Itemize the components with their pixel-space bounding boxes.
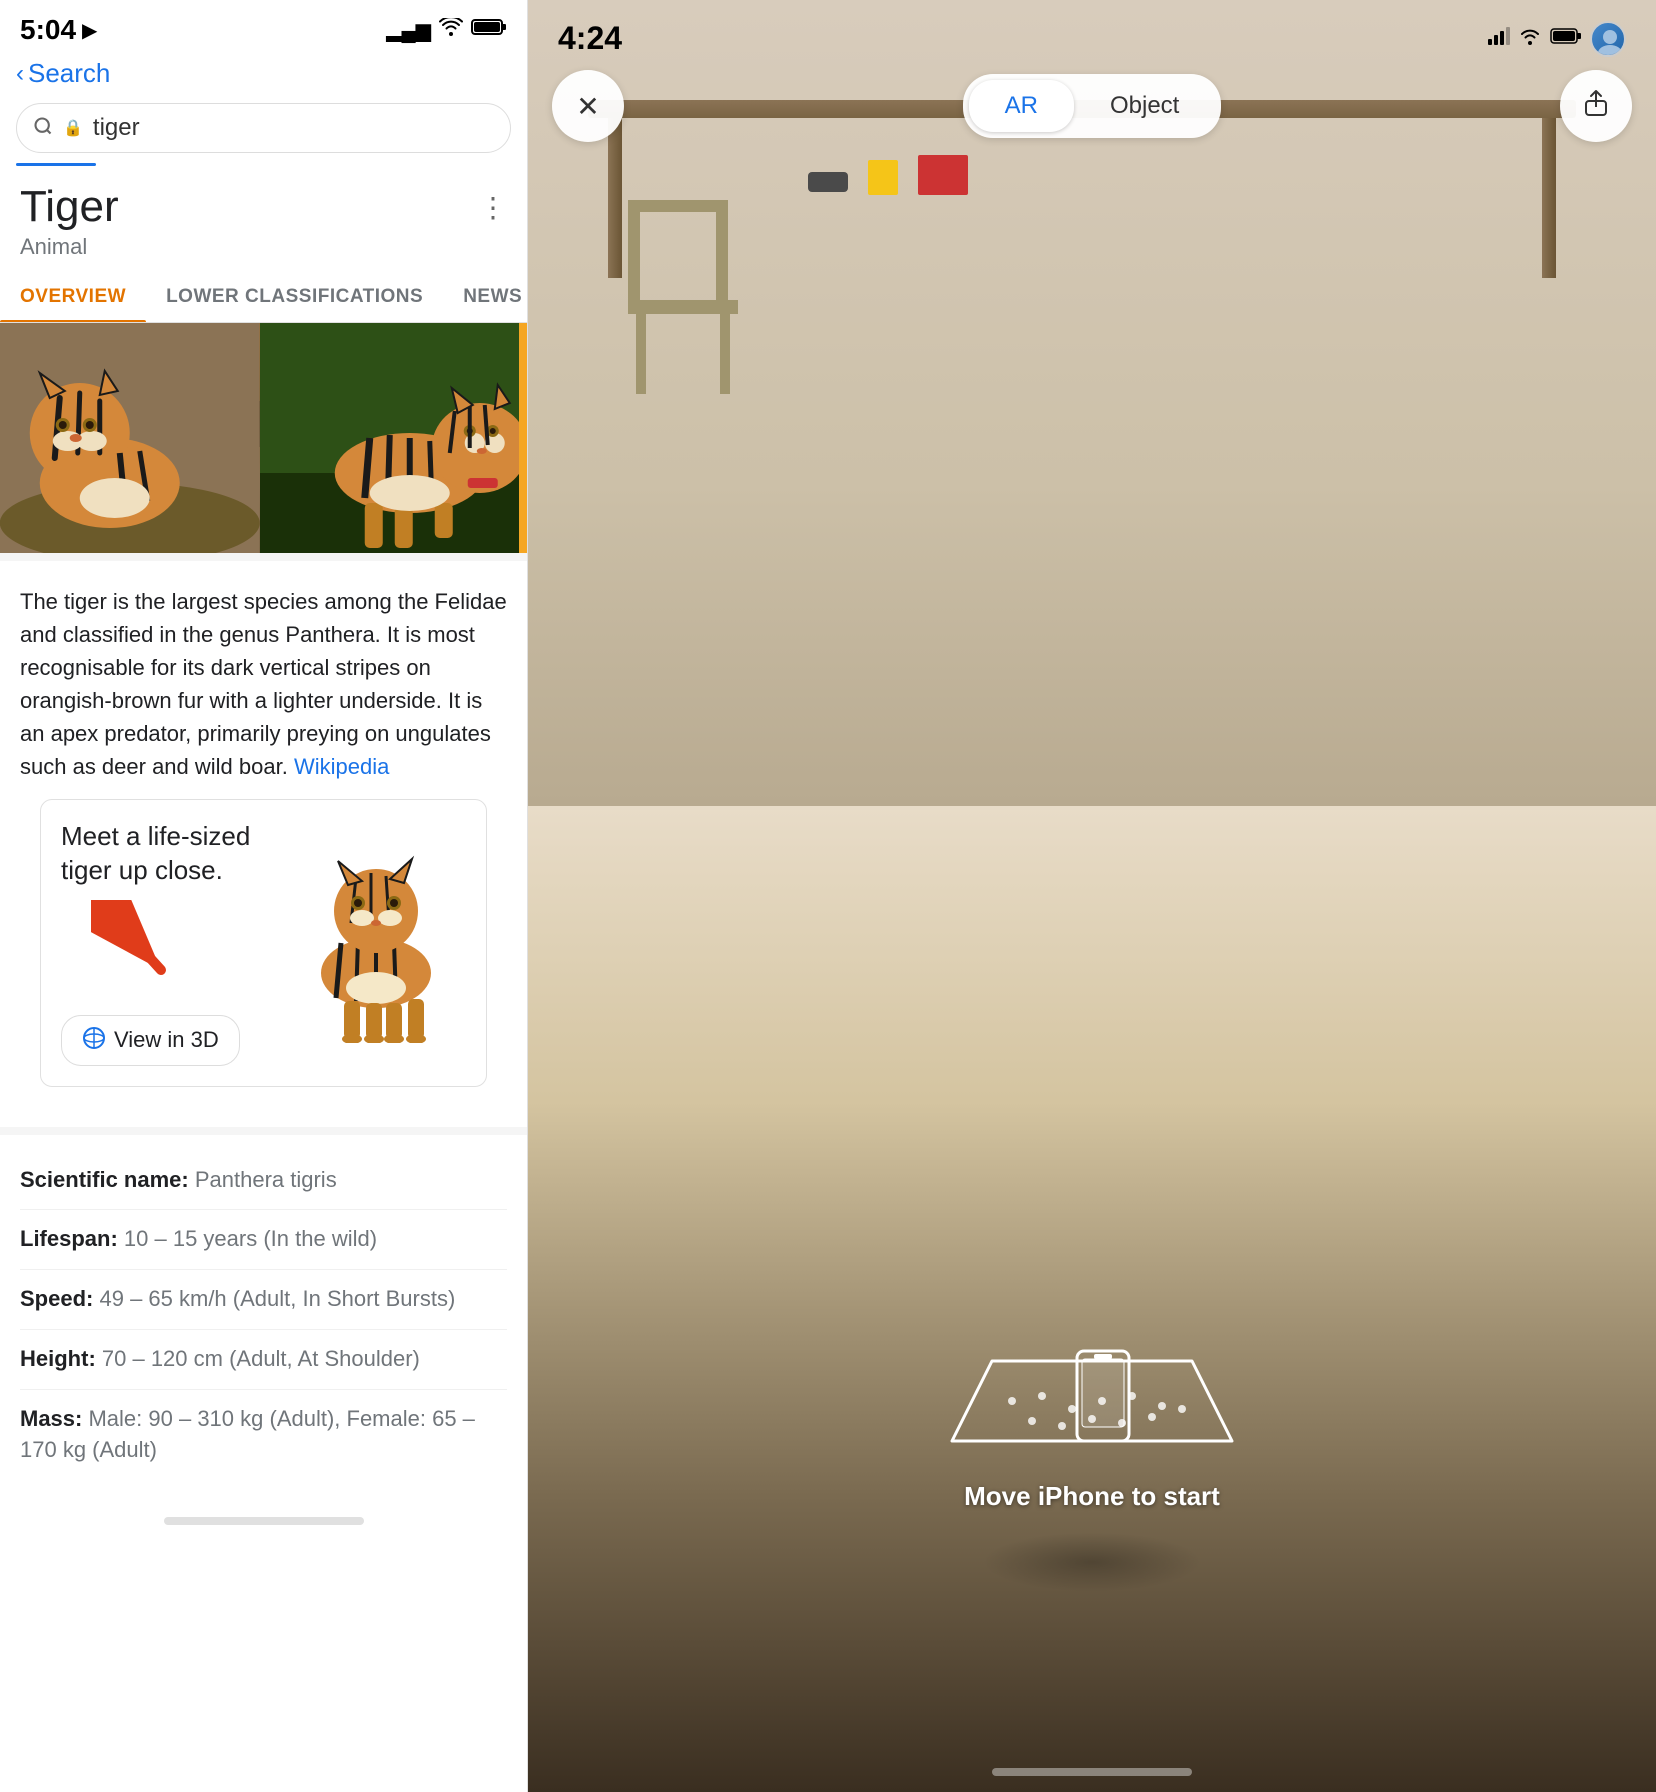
ar-time-display: 4:24: [558, 20, 622, 57]
info-label-mass: Mass:: [20, 1406, 82, 1431]
info-value-speed: 49 – 65 km/h (Adult, In Short Bursts): [99, 1286, 455, 1311]
tab-overview[interactable]: OVERVIEW: [0, 272, 146, 322]
ar-status-bar: 4:24: [528, 0, 1656, 67]
table-item-bowl: [808, 172, 848, 192]
ar-mode-button-ar[interactable]: AR: [969, 80, 1074, 132]
ar-share-button[interactable]: [1560, 70, 1632, 142]
ar-close-button[interactable]: ✕: [552, 70, 624, 142]
ar-card-content: Meet a life-sized tiger up close.: [61, 820, 286, 1066]
ar-card-title: Meet a life-sized tiger up close.: [61, 820, 286, 888]
more-options-icon[interactable]: ⋮: [479, 191, 507, 224]
home-indicator-left: [164, 1517, 364, 1525]
back-label[interactable]: Search: [28, 58, 110, 89]
view-3d-icon: [82, 1026, 106, 1055]
info-label-scientific: Scientific name:: [20, 1167, 189, 1192]
battery-icon: [471, 18, 507, 42]
status-icons: ▂▄▆: [386, 18, 507, 43]
wikipedia-link[interactable]: Wikipedia: [294, 754, 389, 779]
ar-mode-toggle[interactable]: AR Object: [963, 74, 1222, 138]
tiger-images-row: [0, 323, 527, 553]
image-strip: [519, 323, 527, 553]
info-row-lifespan: Lifespan: 10 – 15 years (In the wild): [20, 1210, 507, 1270]
ar-status-icons: [1488, 21, 1626, 57]
back-arrow-icon: ‹: [16, 60, 24, 88]
ar-scan-graphic: [932, 1301, 1252, 1461]
navigation-tabs: OVERVIEW LOWER CLASSIFICATIONS NEWS VIDE…: [0, 264, 527, 323]
table-item-yellow: [868, 160, 898, 195]
info-label-height: Height:: [20, 1346, 96, 1371]
chair-seat: [628, 300, 738, 314]
table-item-red: [918, 155, 968, 195]
ar-share-icon: [1582, 89, 1610, 124]
chair-leg-2: [720, 314, 730, 394]
ar-card[interactable]: Meet a life-sized tiger up close.: [40, 799, 487, 1087]
info-row-height: Height: 70 – 120 cm (Adult, At Shoulder): [20, 1330, 507, 1390]
page-title-text: Tiger: [20, 182, 119, 232]
search-bar-container: 🔒 tiger: [0, 97, 527, 163]
view-3d-label: View in 3D: [114, 1027, 219, 1053]
ar-wifi-icon: [1518, 27, 1542, 50]
tiger-3d-preview: [286, 843, 466, 1043]
table-leg-right: [1542, 118, 1556, 278]
left-bottom-bar-container: [0, 1495, 527, 1547]
wifi-icon: [439, 18, 463, 42]
tab-news[interactable]: NEWS: [443, 272, 527, 322]
floor-shadow: [982, 1532, 1202, 1592]
search-bar[interactable]: 🔒 tiger: [16, 103, 511, 153]
info-value-mass: Male: 90 – 310 kg (Adult), Female: 65 – …: [20, 1406, 475, 1462]
chair-back: [628, 200, 728, 300]
ar-mode-button-object[interactable]: Object: [1074, 80, 1215, 132]
signal-icon: ▂▄▆: [386, 18, 431, 43]
chair-leg-1: [636, 314, 646, 394]
info-value-lifespan: 10 – 15 years (In the wild): [124, 1226, 377, 1251]
ar-controls: ✕ AR Object: [528, 70, 1656, 142]
search-query[interactable]: tiger: [93, 114, 494, 142]
info-row-scientific: Scientific name: Panthera tigris: [20, 1151, 507, 1211]
status-bar-left: 5:04 ▶ ▂▄▆: [0, 0, 527, 54]
back-navigation[interactable]: ‹ Search: [0, 54, 527, 97]
location-icon: ▶: [82, 18, 97, 43]
page-header: Tiger ⋮ Animal: [0, 166, 527, 264]
ar-signal-icon: [1488, 27, 1510, 50]
ar-scan-area: Move iPhone to start: [932, 1301, 1252, 1512]
tiger-image-2[interactable]: [260, 323, 520, 553]
info-label-lifespan: Lifespan:: [20, 1226, 118, 1251]
ar-close-icon: ✕: [576, 90, 599, 123]
chair-legs: [628, 314, 738, 394]
info-row-mass: Mass: Male: 90 – 310 kg (Adult), Female:…: [20, 1390, 507, 1480]
info-label-speed: Speed:: [20, 1286, 93, 1311]
ar-profile-avatar: [1590, 21, 1626, 57]
right-panel: 4:24: [528, 0, 1656, 1792]
description-text: The tiger is the largest species among t…: [20, 585, 507, 783]
table-leg-left: [608, 118, 622, 278]
room-chair: [628, 200, 738, 394]
description-section: The tiger is the largest species among t…: [0, 553, 527, 1127]
search-icon: [33, 116, 53, 141]
room-floor: [528, 806, 1656, 1792]
ar-arrow-icon: [91, 900, 181, 990]
tiger-image-1[interactable]: [0, 323, 260, 553]
info-value-height: 70 – 120 cm (Adult, At Shoulder): [102, 1346, 420, 1371]
home-indicator-right: [992, 1768, 1192, 1776]
info-value-scientific: Panthera tigris: [195, 1167, 337, 1192]
tab-lower-classifications[interactable]: LOWER CLASSIFICATIONS: [146, 272, 443, 322]
ar-instruction-text: Move iPhone to start: [964, 1481, 1220, 1512]
time-display: 5:04: [20, 14, 76, 46]
info-section: Scientific name: Panthera tigris Lifespa…: [0, 1127, 527, 1496]
ar-battery-icon: [1550, 28, 1582, 49]
page-subtitle: Animal: [20, 234, 507, 260]
info-row-speed: Speed: 49 – 65 km/h (Adult, In Short Bur…: [20, 1270, 507, 1330]
left-panel: 5:04 ▶ ▂▄▆ ‹ S: [0, 0, 528, 1792]
view-in-3d-button[interactable]: View in 3D: [61, 1015, 240, 1066]
lock-icon: 🔒: [63, 118, 83, 138]
